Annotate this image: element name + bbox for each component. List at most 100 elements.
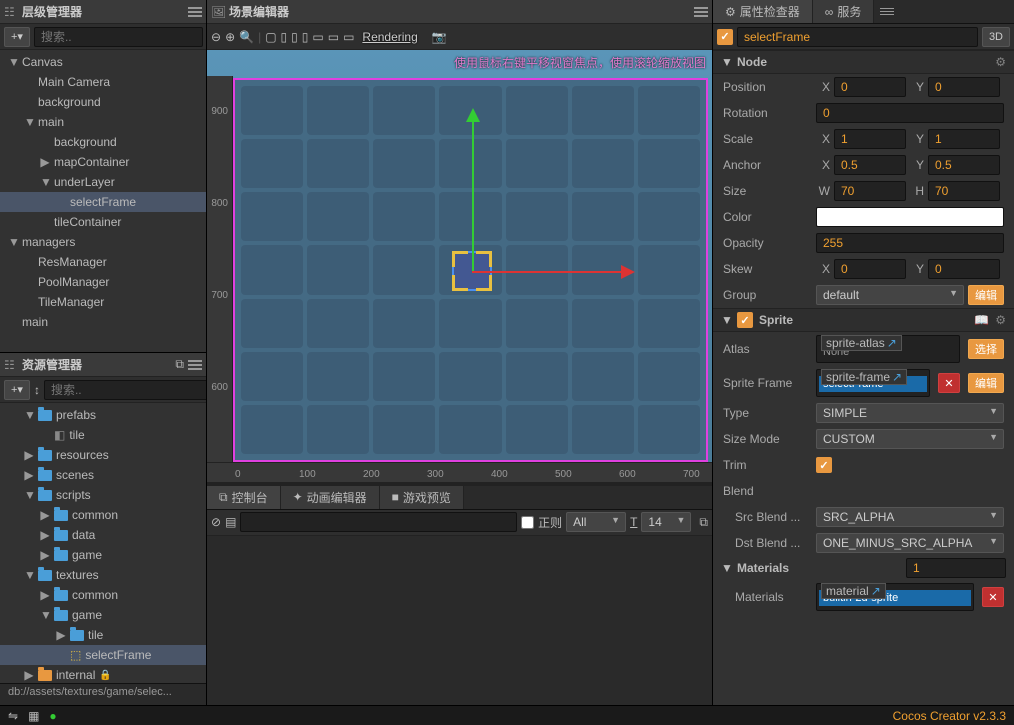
- gear-icon[interactable]: ⚙: [995, 55, 1006, 69]
- console-font-select[interactable]: 14: [641, 512, 691, 532]
- docs-icon[interactable]: 📖: [974, 313, 989, 327]
- pos-x-input[interactable]: [834, 77, 906, 97]
- add-button[interactable]: +▾: [4, 27, 30, 47]
- camera-icon[interactable]: 📷: [432, 30, 447, 44]
- tree-node[interactable]: ResManager: [0, 252, 206, 272]
- select-atlas-button[interactable]: 选择: [968, 339, 1004, 359]
- sizemode-select[interactable]: CUSTOM: [816, 429, 1004, 449]
- tree-node[interactable]: TileManager: [0, 292, 206, 312]
- tab-preview[interactable]: ■游戏预览: [380, 486, 464, 509]
- tree-node[interactable]: ▼game: [0, 605, 206, 625]
- section-sprite[interactable]: Sprite: [759, 313, 968, 327]
- tree-node[interactable]: ▶mapContainer: [0, 152, 206, 172]
- tree-node[interactable]: ▼underLayer: [0, 172, 206, 192]
- opacity-input[interactable]: [816, 233, 1004, 253]
- materials-count-input[interactable]: [906, 558, 1006, 578]
- status-icon-1[interactable]: ⇋: [8, 709, 18, 723]
- zoom-out-icon[interactable]: ⊖: [211, 30, 221, 44]
- section-node[interactable]: Node: [737, 55, 989, 69]
- tree-node[interactable]: Main Camera: [0, 72, 206, 92]
- tree-node[interactable]: ▶game: [0, 545, 206, 565]
- clear-material-button[interactable]: ✕: [982, 587, 1004, 607]
- panel-menu-icon[interactable]: [188, 4, 202, 20]
- material-field[interactable]: material↗builtin-2d-sprite: [816, 583, 974, 611]
- popout-icon[interactable]: ⧉: [699, 515, 708, 530]
- tree-node[interactable]: ▼main: [0, 112, 206, 132]
- status-icon-2[interactable]: ▦: [28, 709, 39, 723]
- dstblend-select[interactable]: ONE_MINUS_SRC_ALPHA: [816, 533, 1004, 553]
- sort-icon[interactable]: ↕: [34, 383, 40, 397]
- size-h-input[interactable]: [928, 181, 1000, 201]
- trim-checkbox[interactable]: ✓: [816, 457, 832, 473]
- tab-services[interactable]: ∞服务: [813, 0, 875, 23]
- scale-y-input[interactable]: [928, 129, 1000, 149]
- console-level-select[interactable]: All: [566, 512, 626, 532]
- tree-node[interactable]: ▼prefabs: [0, 405, 206, 425]
- align-h-icon[interactable]: ▯: [291, 30, 298, 44]
- console-body[interactable]: [207, 536, 712, 705]
- sprite-enabled-checkbox[interactable]: ✓: [737, 312, 753, 328]
- rotation-input[interactable]: [816, 103, 1004, 123]
- align-bottom-icon[interactable]: ▭: [343, 30, 354, 44]
- size-w-input[interactable]: [834, 181, 906, 201]
- align-top-icon[interactable]: ▭: [312, 30, 323, 44]
- edit-group-button[interactable]: 编辑: [968, 285, 1004, 305]
- tree-node[interactable]: ▼managers: [0, 232, 206, 252]
- gear-icon[interactable]: ⚙: [995, 313, 1006, 327]
- rendering-toggle[interactable]: Rendering: [362, 30, 417, 44]
- tab-console[interactable]: ⧉控制台: [207, 486, 281, 509]
- panel-menu-icon[interactable]: [188, 357, 202, 373]
- align-right-icon[interactable]: ▯: [302, 30, 309, 44]
- add-button[interactable]: +▾: [4, 380, 30, 400]
- rect-tool-icon[interactable]: ▢: [265, 30, 276, 44]
- regex-checkbox[interactable]: 正则: [521, 514, 562, 531]
- tree-node[interactable]: ▼scripts: [0, 485, 206, 505]
- x-axis-arrow[interactable]: [472, 271, 632, 273]
- skew-y-input[interactable]: [928, 259, 1000, 279]
- node-name-input[interactable]: [737, 27, 978, 47]
- align-v-icon[interactable]: ▭: [328, 30, 339, 44]
- clear-spriteframe-button[interactable]: ✕: [938, 373, 960, 393]
- tree-node[interactable]: ▶common: [0, 505, 206, 525]
- tab-inspector[interactable]: ⚙属性检查器: [713, 0, 813, 23]
- panel-menu-icon[interactable]: [880, 5, 894, 18]
- atlas-field[interactable]: sprite-atlas↗None: [816, 335, 960, 363]
- tree-node[interactable]: ◧tile: [0, 425, 206, 445]
- clear-log-icon[interactable]: ⊘: [211, 515, 221, 529]
- y-axis-arrow[interactable]: [472, 111, 474, 271]
- anchor-y-input[interactable]: [928, 155, 1000, 175]
- assets-search-input[interactable]: [44, 380, 206, 400]
- tree-node[interactable]: ▶scenes: [0, 465, 206, 485]
- panel-menu-icon[interactable]: [694, 4, 708, 20]
- tree-node[interactable]: ⬚selectFrame: [0, 645, 206, 665]
- tree-node[interactable]: ▶data: [0, 525, 206, 545]
- scale-x-input[interactable]: [834, 129, 906, 149]
- copy-log-icon[interactable]: ▤: [225, 515, 236, 529]
- type-select[interactable]: SIMPLE: [816, 403, 1004, 423]
- tree-node[interactable]: selectFrame: [0, 192, 206, 212]
- tree-node[interactable]: background: [0, 132, 206, 152]
- tree-node[interactable]: main: [0, 312, 206, 332]
- edit-spriteframe-button[interactable]: 编辑: [968, 373, 1004, 393]
- skew-x-input[interactable]: [834, 259, 906, 279]
- tab-anim[interactable]: ✦动画编辑器: [281, 486, 380, 509]
- tree-node[interactable]: PoolManager: [0, 272, 206, 292]
- color-swatch[interactable]: [816, 207, 1004, 227]
- align-left-icon[interactable]: ▯: [281, 30, 288, 44]
- 3d-toggle[interactable]: 3D: [982, 27, 1010, 47]
- tree-node[interactable]: ▶common: [0, 585, 206, 605]
- hierarchy-search-input[interactable]: [34, 27, 203, 47]
- tree-node[interactable]: ▼Canvas: [0, 52, 206, 72]
- tree-node[interactable]: ▼textures: [0, 565, 206, 585]
- tree-node[interactable]: ▶resources: [0, 445, 206, 465]
- selection-gizmo[interactable]: [452, 251, 492, 291]
- hierarchy-tree[interactable]: ▼CanvasMain Camerabackground▼mainbackgro…: [0, 50, 206, 352]
- console-filter-input[interactable]: [240, 512, 517, 532]
- zoom-reset-icon[interactable]: 🔍: [239, 30, 254, 44]
- tree-node[interactable]: background: [0, 92, 206, 112]
- tree-node[interactable]: tileContainer: [0, 212, 206, 232]
- anchor-x-input[interactable]: [834, 155, 906, 175]
- group-select[interactable]: default: [816, 285, 964, 305]
- tree-node[interactable]: ▶tile: [0, 625, 206, 645]
- srcblend-select[interactable]: SRC_ALPHA: [816, 507, 1004, 527]
